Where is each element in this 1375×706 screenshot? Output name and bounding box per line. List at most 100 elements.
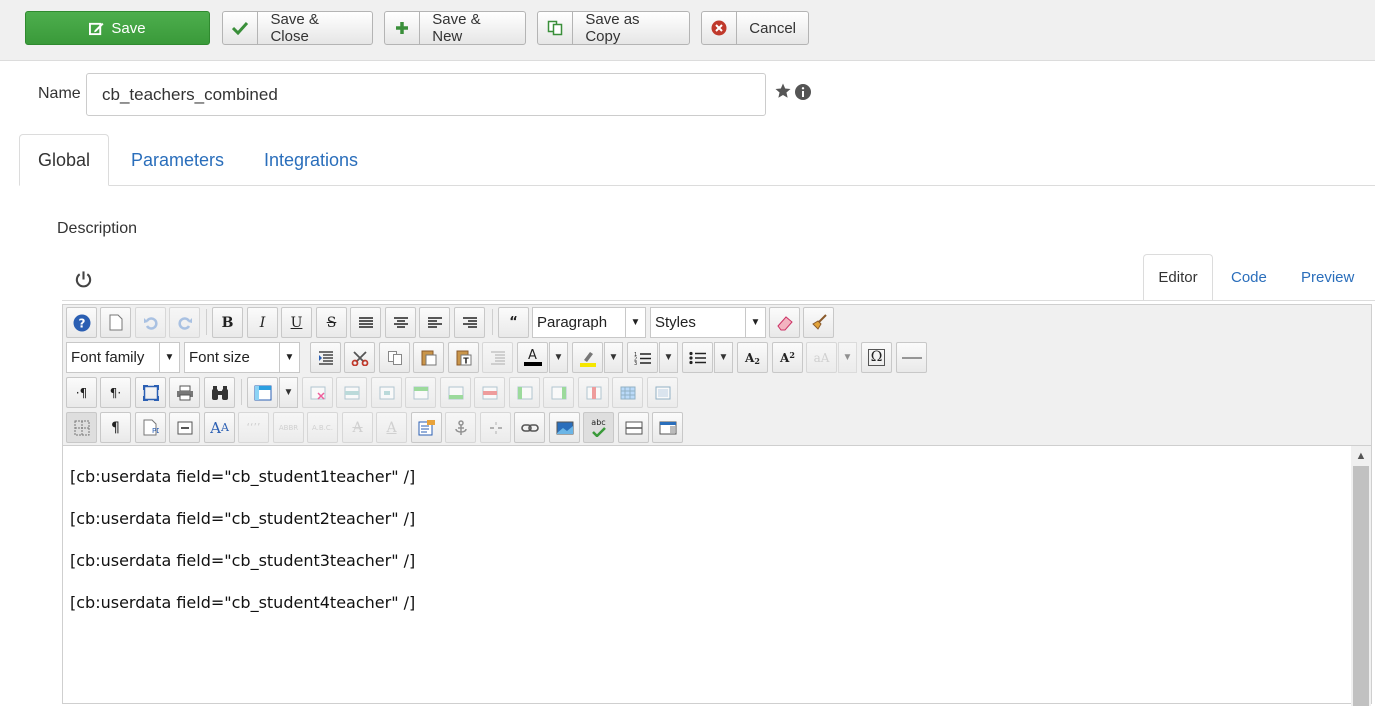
cell-properties-icon[interactable] — [371, 377, 402, 408]
chevron-down-icon: ▼ — [159, 343, 179, 372]
superscript-icon[interactable]: A2 — [772, 342, 803, 373]
align-justify-icon[interactable] — [350, 307, 381, 338]
tab-integrations[interactable]: Integrations — [264, 134, 358, 186]
numbered-list-dropdown[interactable]: ▼ — [659, 342, 678, 373]
save-new-button[interactable]: Save & New — [384, 11, 526, 45]
bold-icon[interactable]: B — [212, 307, 243, 338]
row-properties-icon[interactable] — [336, 377, 367, 408]
new-document-icon[interactable] — [100, 307, 131, 338]
name-input[interactable] — [86, 73, 766, 116]
show-blocks-icon[interactable]: ¶ — [100, 412, 131, 443]
save-copy-button[interactable]: Save as Copy — [537, 11, 690, 45]
font-family-select[interactable]: Font family ▼ — [66, 342, 180, 373]
split-cells-icon[interactable] — [612, 377, 643, 408]
visual-aid-icon[interactable] — [66, 412, 97, 443]
style-icon[interactable]: AA — [204, 412, 235, 443]
special-character-icon[interactable]: Ω — [861, 342, 892, 373]
scrollbar-thumb[interactable] — [1353, 466, 1369, 706]
insert-table-icon[interactable] — [247, 377, 278, 408]
separator — [206, 309, 207, 335]
align-center-icon[interactable] — [385, 307, 416, 338]
insert-table-dropdown[interactable]: ▼ — [279, 377, 298, 408]
paragraph-format-value: Paragraph — [537, 314, 608, 331]
tab-editor[interactable]: Editor — [1143, 254, 1213, 301]
insert-column-after-icon[interactable] — [543, 377, 574, 408]
tab-code[interactable]: Code — [1231, 254, 1267, 301]
unlink-icon[interactable] — [480, 412, 511, 443]
print-icon[interactable] — [169, 377, 200, 408]
tab-preview[interactable]: Preview — [1301, 254, 1354, 301]
acronym-icon[interactable]: A.B.C. — [307, 412, 338, 443]
styles-select[interactable]: Styles ▼ — [650, 307, 766, 338]
help-icon[interactable]: ? — [66, 307, 97, 338]
subscript-icon[interactable]: A2 — [737, 342, 768, 373]
horizontal-rule-icon[interactable] — [896, 342, 927, 373]
delete-text-icon[interactable]: A — [342, 412, 373, 443]
editor-content[interactable]: [cb:userdata field="cb_student1teacher" … — [63, 446, 1351, 706]
font-size-select[interactable]: Font size ▼ — [184, 342, 300, 373]
link-icon[interactable] — [514, 412, 545, 443]
merge-cells-icon[interactable] — [647, 377, 678, 408]
fullscreen-icon[interactable] — [135, 377, 166, 408]
abbr-icon[interactable]: ABBR — [273, 412, 304, 443]
content-line: [cb:userdata field="cb_student4teacher" … — [70, 593, 416, 612]
save-button[interactable]: Save — [25, 11, 210, 45]
font-scale-dropdown[interactable]: ▼ — [838, 342, 857, 373]
highlight-color-dropdown[interactable]: ▼ — [604, 342, 623, 373]
numbered-list-icon[interactable]: 123 — [627, 342, 658, 373]
delete-row-icon[interactable] — [474, 377, 505, 408]
paste-icon[interactable] — [413, 342, 444, 373]
paste-text-icon[interactable]: T — [448, 342, 479, 373]
bullet-list-dropdown[interactable]: ▼ — [714, 342, 733, 373]
redo-icon[interactable] — [169, 307, 200, 338]
align-left-icon[interactable] — [419, 307, 450, 338]
ltr-direction-icon[interactable]: ·¶ — [66, 377, 97, 408]
indent-icon[interactable] — [310, 342, 341, 373]
spellcheck-icon[interactable]: abc — [583, 412, 614, 443]
cleanup-broom-icon[interactable] — [803, 307, 834, 338]
readmore-icon[interactable] — [169, 412, 200, 443]
power-toggle-icon[interactable] — [74, 270, 93, 294]
paragraph-format-select[interactable]: Paragraph ▼ — [532, 307, 646, 338]
scroll-up-icon[interactable]: ▲ — [1351, 446, 1371, 466]
save-close-button[interactable]: Save & Close — [222, 11, 373, 45]
anchor-icon[interactable] — [445, 412, 476, 443]
edit-icon — [89, 22, 104, 35]
rtl-direction-icon[interactable]: ¶· — [100, 377, 131, 408]
text-color-dropdown[interactable]: ▼ — [549, 342, 568, 373]
tab-global[interactable]: Global — [19, 134, 109, 186]
insert-file-icon[interactable]: PDF — [135, 412, 166, 443]
eraser-icon[interactable] — [769, 307, 800, 338]
delete-column-icon[interactable] — [578, 377, 609, 408]
delete-table-icon[interactable] — [302, 377, 333, 408]
insert-column-before-icon[interactable] — [509, 377, 540, 408]
page-break-icon[interactable] — [618, 412, 649, 443]
underline-icon[interactable]: U — [281, 307, 312, 338]
cite-icon[interactable]: ‘‘’’ — [238, 412, 269, 443]
editor-scrollbar[interactable]: ▲ — [1351, 446, 1371, 706]
info-icon[interactable] — [795, 84, 811, 105]
italic-icon[interactable]: I — [247, 307, 278, 338]
cut-icon[interactable] — [344, 342, 375, 373]
font-scale-icon[interactable]: aA — [806, 342, 837, 373]
cancel-button[interactable]: Cancel — [701, 11, 809, 45]
save-copy-label: Save as Copy — [585, 11, 640, 45]
insert-text-icon[interactable]: A — [376, 412, 407, 443]
insert-row-before-icon[interactable] — [405, 377, 436, 408]
highlight-color-icon[interactable] — [572, 342, 603, 373]
undo-icon[interactable] — [135, 307, 166, 338]
strikethrough-icon[interactable]: S — [316, 307, 347, 338]
text-color-icon[interactable]: A — [517, 342, 548, 373]
tab-parameters[interactable]: Parameters — [131, 134, 224, 186]
outdent-icon[interactable] — [482, 342, 513, 373]
copy-icon[interactable] — [379, 342, 410, 373]
find-binoculars-icon[interactable] — [204, 377, 235, 408]
bullet-list-icon[interactable] — [682, 342, 713, 373]
star-icon[interactable] — [774, 82, 792, 105]
attributes-icon[interactable] — [411, 412, 442, 443]
blockquote-icon[interactable]: “ — [498, 307, 529, 338]
layout-panel-icon[interactable] — [652, 412, 683, 443]
insert-image-icon[interactable] — [549, 412, 580, 443]
align-right-icon[interactable] — [454, 307, 485, 338]
insert-row-after-icon[interactable] — [440, 377, 471, 408]
